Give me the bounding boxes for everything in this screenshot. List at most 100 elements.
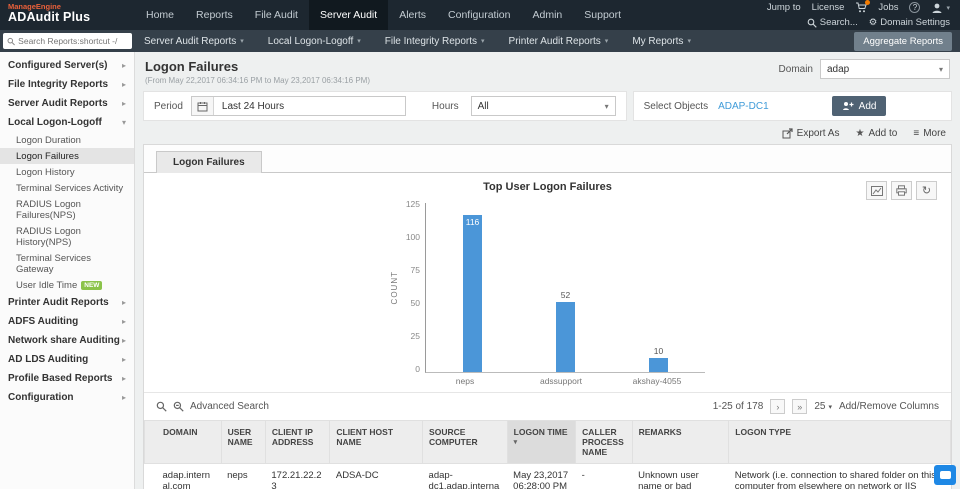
page-size-select[interactable]: 25 ▾ <box>814 401 832 412</box>
chevron-down-icon: ▾ <box>828 403 832 411</box>
topbar-right: Jump to License Jobs ? ▾ Search... ⚙ Dom… <box>767 0 960 30</box>
license-link[interactable]: License <box>812 2 845 13</box>
pagination-range: 1-25 of 178 <box>712 401 764 412</box>
chevron-down-icon: ▾ <box>946 4 950 12</box>
report-card: Logon Failures Top User Logon Failures ↻ <box>143 144 952 489</box>
chevron-right-icon: ▸ <box>121 393 126 402</box>
nav-server-audit[interactable]: Server Audit <box>308 0 389 30</box>
sidebar-item-local-logon-logoff[interactable]: Local Logon-Logoff ▾ <box>0 113 134 132</box>
sidebar-item-radius-logon-history[interactable]: RADIUS Logon History(NPS) <box>0 223 134 250</box>
jobs-link[interactable]: Jobs <box>878 2 898 13</box>
sidebar-item-configuration[interactable]: Configuration ▸ <box>0 388 134 407</box>
add-remove-columns-link[interactable]: Add/Remove Columns <box>839 401 939 412</box>
search-icon <box>156 401 167 412</box>
new-badge: NEW <box>81 280 103 290</box>
refresh-chart-icon[interactable]: ↻ <box>916 181 937 200</box>
bar-neps: 116 <box>438 203 508 372</box>
sidebar-item-ad-lds-auditing[interactable]: AD LDS Auditing ▸ <box>0 350 134 369</box>
jump-to-link[interactable]: Jump to <box>767 2 801 13</box>
menu-local-logon-logoff[interactable]: Local Logon-Logoff ▾ <box>256 36 373 47</box>
table-row: adap.internal.com neps 172.21.22.23 ADSA… <box>144 463 951 489</box>
col-caller-process[interactable]: CALLER PROCESS NAME <box>575 420 633 464</box>
menu-icon: ≡ <box>913 128 920 139</box>
nav-alerts[interactable]: Alerts <box>388 0 437 30</box>
nav-file-audit[interactable]: File Audit <box>244 0 309 30</box>
sidebar-item-file-integrity-reports[interactable]: File Integrity Reports ▸ <box>0 75 134 94</box>
chevron-down-icon: ▾ <box>357 38 361 45</box>
sidebar-item-configured-servers[interactable]: Configured Server(s) ▸ <box>0 56 134 75</box>
aggregate-reports-button[interactable]: Aggregate Reports <box>854 31 952 51</box>
sidebar-item-terminal-services-activity[interactable]: Terminal Services Activity <box>0 180 134 196</box>
gear-icon: ⚙ <box>868 17 878 28</box>
next-page-button[interactable]: › <box>770 399 786 414</box>
domain-select[interactable]: adap ▾ <box>820 59 950 79</box>
store-cart-icon[interactable] <box>855 0 871 13</box>
bar-chart: COUNT 125 100 75 50 25 0 116 52 10 <box>390 199 705 374</box>
selected-object-link[interactable]: ADAP-DC1 <box>718 101 769 112</box>
global-search[interactable]: Search... <box>807 17 858 28</box>
col-domain[interactable]: DOMAIN <box>144 420 222 464</box>
y-axis-ticks: 125 100 75 50 25 0 <box>405 198 420 375</box>
menu-my-reports[interactable]: My Reports ▾ <box>620 36 703 47</box>
col-remarks[interactable]: REMARKS <box>631 420 730 464</box>
report-search-input[interactable] <box>18 36 128 46</box>
menu-printer-audit-reports[interactable]: Printer Audit Reports ▾ <box>497 36 621 47</box>
sidebar-item-printer-audit-reports[interactable]: Printer Audit Reports ▸ <box>0 293 134 312</box>
search-icon <box>7 37 15 45</box>
col-client-ip[interactable]: CLIENT IP ADDRESS <box>264 420 331 464</box>
add-to-button[interactable]: ★ Add to <box>855 128 897 139</box>
chevron-down-icon: ▾ <box>240 38 244 45</box>
sidebar-item-server-audit-reports[interactable]: Server Audit Reports ▸ <box>0 94 134 113</box>
period-input[interactable]: Last 24 Hours <box>190 96 406 116</box>
nav-configuration[interactable]: Configuration <box>437 0 521 30</box>
report-sub-nav: Server Audit Reports▾ Local Logon-Logoff… <box>0 30 960 52</box>
bar-akshay-4055: 10 <box>624 203 694 372</box>
last-page-button[interactable]: » <box>792 399 808 414</box>
add-object-button[interactable]: Add <box>831 96 887 116</box>
report-search-box[interactable] <box>3 33 132 49</box>
menu-server-audit-reports[interactable]: Server Audit Reports ▾ <box>132 36 256 47</box>
sidebar-item-network-share-auditing[interactable]: Network share Auditing ▸ <box>0 331 134 350</box>
support-chat-button[interactable] <box>934 465 956 485</box>
sidebar-item-user-idle-time[interactable]: User Idle Time NEW <box>0 277 134 293</box>
nav-home[interactable]: Home <box>135 0 185 30</box>
export-as-button[interactable]: Export As <box>782 128 839 139</box>
nav-admin[interactable]: Admin <box>522 0 574 30</box>
calendar-icon[interactable] <box>191 97 214 115</box>
sidebar-item-logon-failures[interactable]: Logon Failures <box>0 148 134 164</box>
chart-section: Top User Logon Failures ↻ COUNT 125 100 … <box>144 173 951 386</box>
sidebar-item-logon-duration[interactable]: Logon Duration <box>0 132 134 148</box>
sidebar-item-profile-based-reports[interactable]: Profile Based Reports ▸ <box>0 369 134 388</box>
user-menu[interactable]: ▾ <box>931 2 950 14</box>
sidebar-item-adfs-auditing[interactable]: ADFS Auditing ▸ <box>0 312 134 331</box>
logon-failures-table: DOMAIN USER NAME CLIENT IP ADDRESS CLIEN… <box>144 420 951 489</box>
sidebar-item-radius-logon-failures[interactable]: RADIUS Logon Failures(NPS) <box>0 196 134 223</box>
chevron-down-icon: ▾ <box>938 64 943 74</box>
col-client-host[interactable]: CLIENT HOST NAME <box>329 420 424 464</box>
bar-adssupport: 52 <box>531 203 601 372</box>
domain-settings-button[interactable]: ⚙ Domain Settings <box>869 17 950 28</box>
col-logon-type[interactable]: LOGON TYPE <box>728 420 951 464</box>
print-chart-icon[interactable] <box>891 181 912 200</box>
star-icon: ★ <box>855 128 865 139</box>
hours-select[interactable]: All ▾ <box>470 96 616 116</box>
menu-file-integrity-reports[interactable]: File Integrity Reports ▾ <box>373 36 497 47</box>
brand-adaudit-plus: ADAudit Plus <box>8 9 91 24</box>
nav-support[interactable]: Support <box>573 0 632 30</box>
nav-reports[interactable]: Reports <box>185 0 244 30</box>
help-icon[interactable]: ? <box>909 2 921 13</box>
chevron-down-icon: ▾ <box>121 118 126 127</box>
advanced-search-link[interactable]: Advanced Search <box>190 401 269 412</box>
col-user-name[interactable]: USER NAME <box>220 420 266 464</box>
export-chart-icon[interactable] <box>866 181 887 200</box>
col-source-computer[interactable]: SOURCE COMPUTER <box>422 420 508 464</box>
chevron-right-icon: ▸ <box>121 80 126 89</box>
sidebar-item-logon-history[interactable]: Logon History <box>0 164 134 180</box>
more-button[interactable]: ≡ More <box>913 128 946 139</box>
table-header-row: DOMAIN USER NAME CLIENT IP ADDRESS CLIEN… <box>144 420 951 464</box>
sidebar-item-terminal-services-gateway[interactable]: Terminal Services Gateway <box>0 250 134 277</box>
y-axis-label: COUNT <box>390 271 399 305</box>
tab-logon-failures[interactable]: Logon Failures <box>156 151 262 173</box>
chevron-down-icon: ▾ <box>604 38 609 45</box>
col-logon-time[interactable]: LOGON TIME ▾ <box>506 420 577 464</box>
